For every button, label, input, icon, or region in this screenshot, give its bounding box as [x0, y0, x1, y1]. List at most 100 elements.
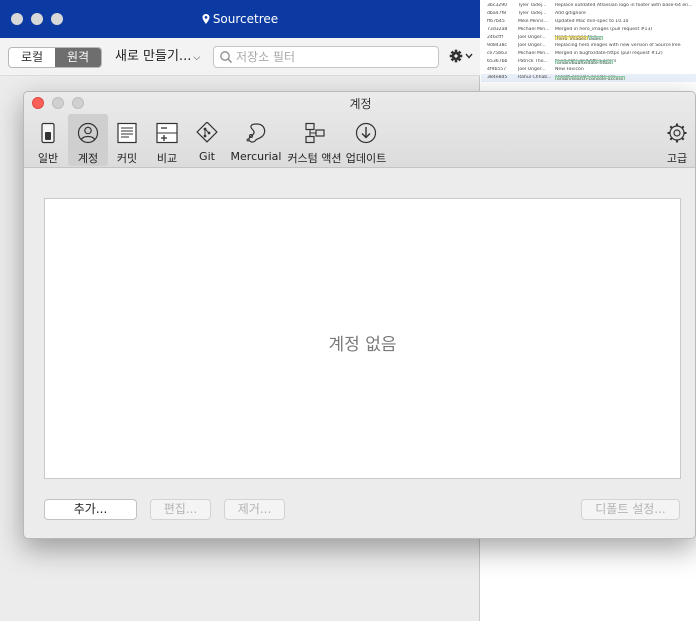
remote-tab-button[interactable]: 원격 [55, 48, 101, 67]
commit-message-text: Replacing hero images with new version o… [555, 43, 681, 48]
commit-row[interactable]: ff67b45 Mike Minns... Updated Mac min-spec… [481, 18, 696, 26]
commit-row[interactable]: dba47f8 Tyler Tadej... Add gitignore [481, 10, 696, 18]
commit-message: Add gitignore [555, 11, 696, 16]
commit-message-text: Updated Mac min-spec to 10.10 [555, 19, 629, 24]
commit-author: Joel Unger... [518, 43, 546, 48]
commit-message: Replacing hero images with new version o… [555, 43, 696, 48]
commit-row[interactable]: 73d32a8 Michael Min... Merged in hero_imag… [481, 26, 696, 34]
diff-icon [156, 122, 178, 144]
commit-author: Tyler Tadej... [518, 11, 547, 16]
tab-general[interactable]: 일반 [31, 114, 65, 166]
main-toolbar: 로컬 원격 새로 만들기... ⌵ [0, 38, 480, 76]
commit-hash: ff67b45 [487, 19, 505, 24]
set-default-button: 디폴트 설정... [581, 499, 680, 520]
commit-row[interactable]: 4f9b557 Joel Unger... New Favicon [481, 66, 696, 74]
remove-account-button: 제거... [224, 499, 285, 520]
commit-message-text: Replace outdated Atlassian logo in foote… [555, 3, 693, 8]
preferences-dialog: 계정 일반 계정 커밋 비교 Git Mercurial 커스텀 액션 업데이트… [23, 91, 696, 539]
commit-author: Joel Unger... [518, 35, 546, 40]
commit-message-text: Merged in hero_images (pull request #13) [555, 27, 653, 32]
tab-update-label: 업데이트 [345, 152, 387, 165]
document-icon [117, 122, 137, 144]
commit-author: Michael Min... [518, 27, 550, 32]
tab-diff[interactable]: 비교 [150, 114, 184, 166]
tab-advanced[interactable]: 고급 [661, 114, 693, 166]
commit-hash: 4f9b557 [487, 67, 507, 72]
commit-history-list: 3bc3290 Tyler Tadej... Replace outdated At… [481, 0, 696, 92]
commit-message: Replace outdated Atlassian logo in foote… [555, 3, 696, 8]
main-titlebar: Sourcetree [0, 0, 480, 38]
repository-filter-field[interactable] [213, 46, 439, 68]
tab-commit-label: 커밋 [116, 152, 138, 165]
commit-message: origin/bugfix/date-httpsfixed date and h… [555, 59, 696, 64]
main-window-title: Sourcetree [0, 0, 480, 38]
switch-icon [41, 122, 55, 144]
search-icon [220, 51, 232, 63]
commit-author: Patrick Tho... [518, 59, 548, 64]
tab-git-label: Git [199, 150, 215, 163]
tab-mercurial-label: Mercurial [230, 150, 282, 163]
branch-tag: origin/bugfix/date-https [555, 60, 614, 64]
tab-general-label: 일반 [37, 152, 59, 165]
commit-hash: ce75b63 [487, 51, 507, 56]
new-dropdown-button[interactable]: 새로 만들기... ⌵ [115, 48, 200, 66]
tab-custom-actions[interactable]: 커스텀 액션 [287, 114, 342, 166]
accounts-list[interactable]: 계정 없음 [44, 198, 681, 479]
commit-hash: 3bc3290 [487, 3, 508, 8]
commit-message: Updated Mac min-spec to 10.10 [555, 19, 696, 24]
commit-message: New Favicon [555, 67, 696, 72]
commit-message: Merged in bugfix/date-https (pull reques… [555, 51, 696, 56]
tab-accounts-label: 계정 [77, 152, 99, 165]
tab-mercurial[interactable]: Mercurial [230, 114, 282, 166]
location-pin-icon [202, 14, 210, 24]
commit-row[interactable]: 65367bb Patrick Tho... origin/bugfix/date-… [481, 58, 696, 66]
dialog-title: 계정 [349, 97, 372, 111]
custom-actions-icon [304, 122, 325, 144]
dialog-titlebar: 계정 일반 계정 커밋 비교 Git Mercurial 커스텀 액션 업데이트… [24, 92, 695, 168]
commit-author: Michael Min... [518, 51, 550, 56]
git-icon [196, 122, 218, 143]
commit-row[interactable]: 384e8d5 Rahul Chhab... origin/search-conso… [481, 74, 696, 82]
tab-custom-actions-label: 커스텀 액션 [287, 152, 342, 165]
tab-diff-label: 비교 [156, 152, 178, 165]
settings-gear-dropdown-icon[interactable] [449, 48, 475, 64]
branch-tag: origin/search-console-access [555, 76, 626, 80]
main-title-text: Sourcetree [212, 12, 279, 26]
commit-row[interactable]: ce75b63 Michael Min... Merged in bugfix/da… [481, 50, 696, 58]
commit-row[interactable]: 3bc3290 Tyler Tadej... Replace outdated At… [481, 2, 696, 10]
add-account-button[interactable]: 추가... [44, 499, 137, 520]
gear-icon [667, 123, 687, 143]
commit-hash: 73d32a8 [487, 27, 508, 32]
tab-commit[interactable]: 커밋 [110, 114, 144, 166]
edit-account-button: 편집... [150, 499, 211, 520]
tab-accounts[interactable]: 계정 [68, 114, 108, 166]
mercurial-icon [246, 123, 266, 143]
branch-tag: hero_images [555, 36, 589, 40]
tab-git[interactable]: Git [190, 114, 224, 166]
commit-message: origin/search-console-accesssearch conso… [555, 75, 696, 80]
commit-message-text: Add gitignore [555, 11, 586, 16]
local-tab-button[interactable]: 로컬 [9, 48, 55, 67]
commit-author: Tyler Tadej... [518, 3, 547, 8]
commit-row[interactable]: 246cfff Joel Unger... origin/hero_imageshe… [481, 34, 696, 42]
tab-advanced-label: 고급 [666, 152, 688, 165]
new-dropdown-label: 새로 만들기... [115, 49, 192, 64]
empty-accounts-label: 계정 없음 [328, 335, 397, 355]
commit-hash: 9d8438c [487, 43, 508, 48]
chevron-down-icon: ⌵ [193, 53, 201, 63]
account-icon [77, 122, 99, 144]
repository-filter-input[interactable] [236, 49, 434, 65]
commit-author: Rahul Chhab... [518, 75, 552, 80]
commit-author: Mike Minns... [518, 19, 548, 24]
commit-message-text: New Favicon [555, 67, 584, 72]
commit-hash: 246cfff [487, 35, 504, 40]
commit-hash: 384e8d5 [487, 75, 508, 80]
commit-message: Merged in hero_images (pull request #13) [555, 27, 696, 32]
commit-message: origin/hero_imageshero_imagesUsed Tinypn… [555, 35, 696, 40]
commit-hash: dba47f8 [487, 11, 507, 16]
download-icon [355, 122, 377, 144]
tab-update[interactable]: 업데이트 [345, 114, 387, 166]
commit-message-text: Merged in bugfix/date-https (pull reques… [555, 51, 663, 56]
commit-row[interactable]: 9d8438c Joel Unger... Replacing hero image… [481, 42, 696, 50]
commit-hash: 65367bb [487, 59, 508, 64]
